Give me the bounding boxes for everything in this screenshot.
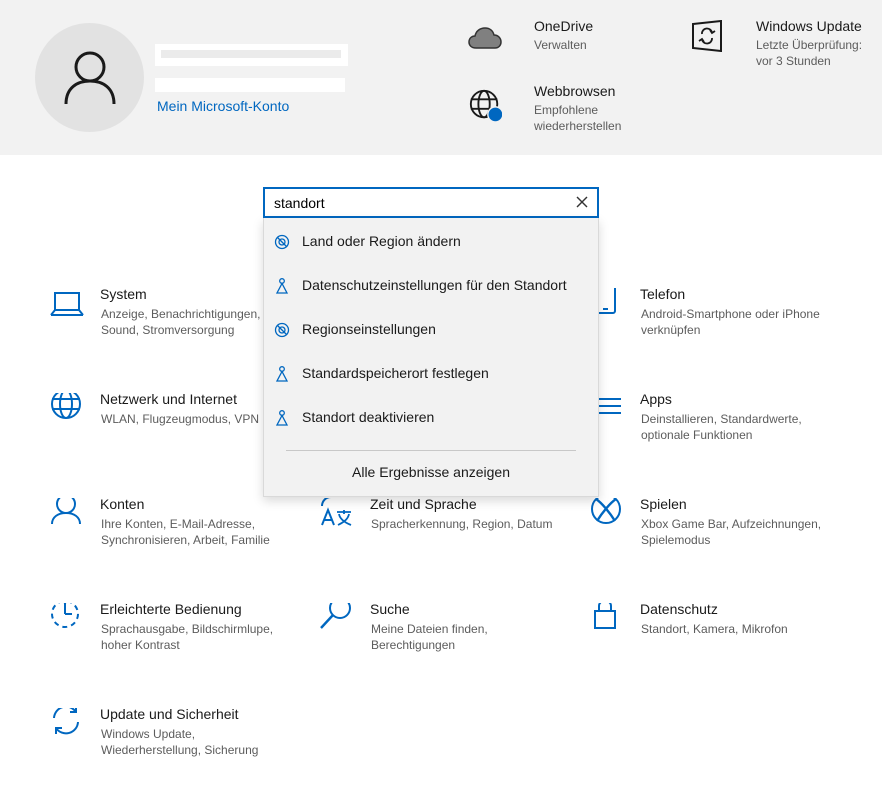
tile-subtitle: Windows Update, Wiederherstellung, Siche…: [101, 727, 259, 757]
search-result-label: Standardspeicherort festlegen: [302, 365, 489, 381]
search-icon: [320, 603, 351, 629]
quick-title: Webbrowsen: [534, 83, 616, 99]
time-language-icon: [321, 498, 352, 526]
location-person-icon: [275, 410, 289, 426]
search-result-item[interactable]: Standort deaktivieren: [264, 395, 598, 439]
account-header: Mein Microsoft-Konto OneDrive Verwalten …: [0, 0, 882, 155]
globe-icon: [51, 393, 81, 419]
quick-subtitle: Verwalten: [534, 38, 587, 52]
laptop-icon: [50, 292, 84, 316]
microsoft-account-link[interactable]: Mein Microsoft-Konto: [157, 98, 289, 114]
tile-title: Datenschutz: [640, 601, 718, 617]
account-name-redacted: [155, 44, 348, 66]
search-result-item[interactable]: Land oder Region ändern: [264, 219, 598, 263]
tile-title: Suche: [370, 601, 410, 617]
ease-of-access-icon: [51, 603, 79, 628]
globe-badge-icon: [468, 88, 502, 123]
quick-title: OneDrive: [534, 18, 594, 34]
quick-subtitle: Letzte Überprüfung: vor 3 Stunden: [756, 38, 863, 68]
sync-icon: [53, 708, 79, 735]
tile-title: System: [100, 286, 147, 302]
tile-subtitle: Android-Smartphone oder iPhone verknüpfe…: [641, 307, 820, 337]
globe-icon: [274, 322, 290, 338]
windows-update-icon: [690, 19, 724, 53]
tile-title: Zeit und Sprache: [370, 496, 477, 512]
tile-title: Erleichterte Bedienung: [100, 601, 242, 617]
person-icon: [51, 498, 81, 525]
tile-title: Spielen: [640, 496, 687, 512]
quick-subtitle: Empfohlene wiederherstellen: [534, 103, 622, 133]
account-email-redacted: [155, 78, 345, 92]
tile-subtitle: Meine Dateien finden, Berechtigungen: [371, 622, 488, 652]
tile-subtitle: Spracherkennung, Region, Datum: [371, 517, 553, 531]
globe-icon: [274, 234, 290, 250]
cloud-icon: [468, 21, 502, 55]
location-person-icon: [275, 278, 289, 294]
search-result-item[interactable]: Regionseinstellungen: [264, 307, 598, 351]
tile-subtitle: Xbox Game Bar, Aufzeichnungen, Spielemod…: [641, 517, 822, 547]
search-result-item[interactable]: Datenschutzeinstellungen für den Standor…: [264, 263, 598, 307]
quick-webbrowsen[interactable]: Webbrowsen Empfohlene wiederherstellen: [468, 82, 644, 134]
tile-title: Telefon: [640, 286, 686, 302]
tile-title: Update und Sicherheit: [100, 706, 239, 722]
search-result-label: Regionseinstellungen: [302, 321, 436, 337]
search-result-label: Datenschutzeinstellungen für den Standor…: [302, 277, 567, 293]
settings-search-box[interactable]: [263, 187, 599, 218]
show-all-results-button[interactable]: Alle Ergebnisse anzeigen: [264, 464, 598, 480]
tile-subtitle: Sprachausgabe, Bildschirmlupe, hoher Kon…: [101, 622, 274, 652]
tile-subtitle: Standort, Kamera, Mikrofon: [641, 622, 788, 636]
tile-title: Konten: [100, 496, 145, 512]
avatar[interactable]: [35, 23, 144, 132]
tile-subtitle: Deinstallieren, Standardwerte, optionale…: [641, 412, 802, 442]
location-person-icon: [275, 366, 289, 382]
quick-windows-update[interactable]: Windows Update Letzte Überprüfung: vor 3…: [690, 17, 876, 69]
search-result-label: Standort deaktivieren: [302, 409, 435, 425]
search-input[interactable]: [265, 189, 565, 216]
lock-icon: [594, 603, 616, 629]
tile-title: Netzwerk und Internet: [100, 391, 237, 407]
search-result-label: Land oder Region ändern: [302, 233, 461, 249]
tile-title: Apps: [640, 391, 672, 407]
quick-title: Windows Update: [756, 18, 862, 34]
search-results-dropdown: Land oder Region ändern Datenschutzeinst…: [263, 218, 599, 497]
person-icon: [64, 51, 115, 104]
close-icon[interactable]: [575, 195, 589, 209]
divider: [286, 450, 576, 451]
xbox-icon: [591, 498, 621, 524]
quick-onedrive[interactable]: OneDrive Verwalten: [468, 17, 593, 55]
tile-subtitle: Ihre Konten, E-Mail-Adresse, Synchronisi…: [101, 517, 270, 547]
search-result-item[interactable]: Standardspeicherort festlegen: [264, 351, 598, 395]
